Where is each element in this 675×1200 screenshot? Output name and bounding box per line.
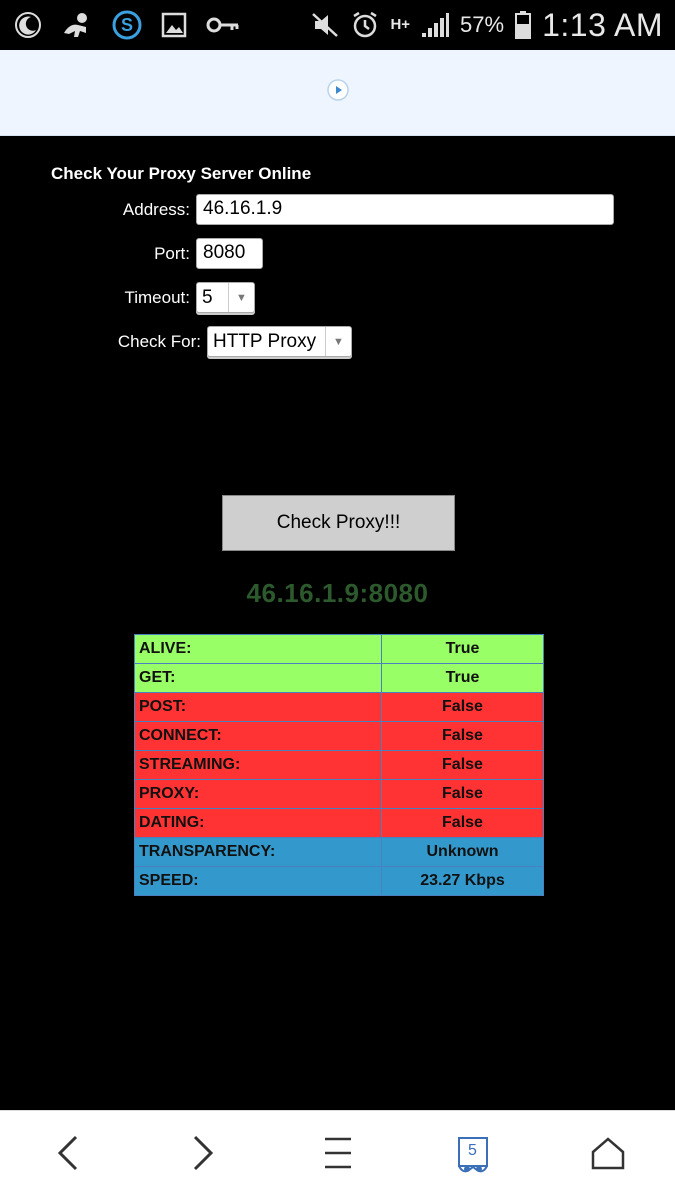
status-bar: S H+ 57% 1:13 AM <box>0 0 675 50</box>
battery-icon <box>514 10 532 40</box>
result-label: TRANSPARENCY: <box>134 837 382 867</box>
timeout-label: Timeout: <box>124 287 190 307</box>
forward-arrow-icon <box>191 1133 215 1178</box>
forward-button[interactable] <box>168 1121 238 1191</box>
chevron-down-icon: ▼ <box>325 327 351 356</box>
result-value: False <box>381 721 544 751</box>
check-proxy-button[interactable]: Check Proxy!!! <box>222 495 455 551</box>
clock: 1:13 AM <box>542 6 663 43</box>
address-label: Address: <box>122 199 190 219</box>
result-row: GET: True <box>134 663 544 693</box>
port-label: Port: <box>154 243 190 263</box>
baby-icon <box>60 11 94 39</box>
tab-count: 5 <box>468 1141 477 1159</box>
check-for-select[interactable]: HTTP Proxy ▼ <box>207 326 352 357</box>
s-app-icon: S <box>112 10 142 40</box>
check-for-row: Check For: HTTP Proxy ▼ <box>0 326 352 357</box>
result-row: CONNECT: False <box>134 721 544 751</box>
ad-banner[interactable] <box>0 50 675 136</box>
result-label: PROXY: <box>134 779 382 809</box>
main-content: Check Your Proxy Server Online Address: … <box>0 136 675 1110</box>
result-value: False <box>381 779 544 809</box>
result-label: CONNECT: <box>134 721 382 751</box>
result-row: ALIVE: True <box>134 634 544 664</box>
tabs-button[interactable]: 5 <box>438 1121 508 1191</box>
check-for-value: HTTP Proxy <box>213 330 317 352</box>
home-icon <box>590 1136 626 1175</box>
result-host: 46.16.1.9:8080 <box>246 578 429 608</box>
network-type: H+ <box>390 16 411 33</box>
chevron-down-icon: ▼ <box>228 283 254 312</box>
home-button[interactable] <box>573 1121 643 1191</box>
result-row: SPEED: 23.27 Kbps <box>134 866 544 896</box>
result-row: STREAMING: False <box>134 750 544 780</box>
back-arrow-icon <box>56 1133 80 1178</box>
address-row: Address: 46.16.1.9 <box>0 194 614 225</box>
play-circle-icon[interactable] <box>326 78 350 107</box>
port-input[interactable]: 8080 <box>196 238 263 269</box>
result-label: GET: <box>134 663 382 693</box>
result-value: True <box>381 634 544 664</box>
address-input[interactable]: 46.16.1.9 <box>196 194 614 225</box>
timeout-row: Timeout: 5 ▼ <box>0 282 255 313</box>
result-row: POST: False <box>134 692 544 722</box>
form-title: Check Your Proxy Server Online <box>51 164 312 183</box>
result-label: ALIVE: <box>134 634 382 664</box>
signal-icon <box>420 11 450 39</box>
tabs-icon: 5 <box>456 1136 490 1176</box>
result-table: ALIVE: True GET: True POST: False CONNECT: Fals… <box>134 634 544 896</box>
mute-icon <box>310 11 340 39</box>
check-for-label: Check For: <box>117 331 201 351</box>
menu-icon <box>323 1136 353 1175</box>
moon-icon <box>14 11 42 39</box>
bottom-nav: 5 <box>0 1110 675 1200</box>
result-row: TRANSPARENCY: Unknown <box>134 837 544 867</box>
menu-button[interactable] <box>303 1121 373 1191</box>
result-value: False <box>381 808 544 838</box>
result-label: SPEED: <box>134 866 382 896</box>
timeout-value: 5 <box>202 286 213 308</box>
svg-text:S: S <box>121 15 133 35</box>
gallery-icon <box>160 11 188 39</box>
back-button[interactable] <box>33 1121 103 1191</box>
port-row: Port: 8080 <box>0 238 263 269</box>
result-value: False <box>381 750 544 780</box>
result-value: Unknown <box>381 837 544 867</box>
result-value: True <box>381 663 544 693</box>
battery-percent: 57% <box>460 12 505 37</box>
result-label: POST: <box>134 692 382 722</box>
result-value: False <box>381 692 544 722</box>
alarm-icon <box>350 10 380 40</box>
timeout-select[interactable]: 5 ▼ <box>196 282 255 313</box>
key-icon <box>206 15 240 35</box>
result-row: PROXY: False <box>134 779 544 809</box>
result-label: STREAMING: <box>134 750 382 780</box>
result-row: DATING: False <box>134 808 544 838</box>
result-value: 23.27 Kbps <box>381 866 544 896</box>
result-label: DATING: <box>134 808 382 838</box>
